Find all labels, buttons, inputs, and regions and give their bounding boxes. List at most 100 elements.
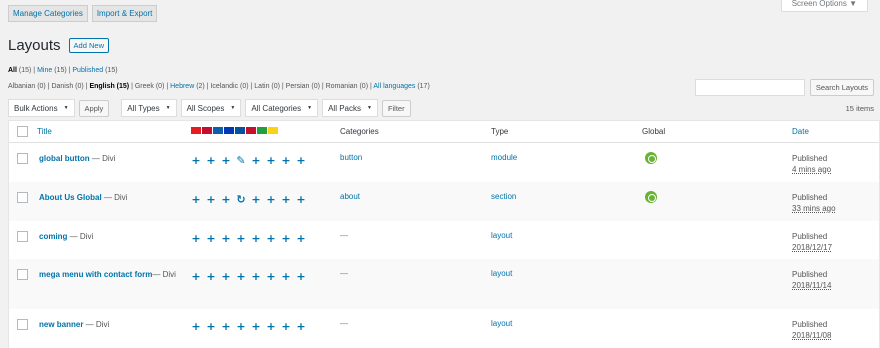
row-title: global button — Divi <box>39 153 179 164</box>
search-layouts-button[interactable]: Search Layouts <box>809 79 874 96</box>
row-date: Published 2018/12/17 <box>792 231 832 253</box>
table-row: coming — Divi + + + + + + + + — layout Publishe… <box>9 221 879 259</box>
add-translation-icon[interactable]: + <box>251 154 261 167</box>
types-select[interactable]: All Types ▼ <box>121 99 177 117</box>
add-translation-icon[interactable]: + <box>281 270 291 283</box>
translation-actions: + + + + + + + + <box>191 320 306 333</box>
filter-mine-link[interactable]: Mine <box>37 67 52 74</box>
add-translation-icon[interactable]: + <box>236 320 246 333</box>
filter-all-link[interactable]: All <box>8 67 17 74</box>
select-all-checkbox[interactable] <box>17 126 28 137</box>
add-translation-icon[interactable]: + <box>236 270 246 283</box>
add-translation-icon[interactable]: + <box>191 232 201 245</box>
tab-import-export[interactable]: Import & Export <box>91 5 158 22</box>
scopes-label: All Scopes <box>186 103 225 113</box>
filter-all-count: (15) <box>18 67 32 74</box>
add-translation-icon[interactable]: + <box>206 320 216 333</box>
add-translation-icon[interactable]: + <box>191 270 201 283</box>
row-checkbox[interactable] <box>17 231 28 242</box>
add-translation-icon[interactable]: + <box>236 232 246 245</box>
packs-select[interactable]: All Packs ▼ <box>322 99 378 117</box>
screen-options-button[interactable]: Screen Options ▼ <box>780 0 868 12</box>
add-translation-icon[interactable]: + <box>266 193 276 206</box>
add-translation-icon[interactable]: + <box>281 320 291 333</box>
add-translation-icon[interactable]: + <box>251 232 261 245</box>
add-translation-icon[interactable]: + <box>266 154 276 167</box>
add-translation-icon[interactable]: + <box>191 154 201 167</box>
row-title-link[interactable]: About Us Global <box>39 193 102 202</box>
table-body: global button — Divi + + + ✎ + + + + button mod… <box>9 143 879 348</box>
add-translation-icon[interactable]: + <box>191 320 201 333</box>
row-type[interactable]: layout <box>491 319 512 328</box>
row-type[interactable]: module <box>491 153 517 162</box>
row-status: Published <box>792 154 828 163</box>
add-translation-icon[interactable]: + <box>206 193 216 206</box>
filter-published-link[interactable]: Published <box>72 67 103 74</box>
filter-button[interactable]: Filter <box>381 99 411 117</box>
add-translation-icon[interactable]: + <box>221 320 231 333</box>
apply-button[interactable]: Apply <box>78 99 110 117</box>
row-type[interactable]: section <box>491 192 516 201</box>
add-translation-icon[interactable]: + <box>206 232 216 245</box>
add-translation-icon[interactable]: + <box>281 232 291 245</box>
row-checkbox[interactable] <box>17 319 28 330</box>
row-title-link[interactable]: mega menu with contact form <box>39 270 152 279</box>
row-category[interactable]: button <box>340 153 362 162</box>
row-title-link[interactable]: coming <box>39 232 67 241</box>
packs-label: All Packs <box>328 103 361 113</box>
add-translation-icon[interactable]: + <box>206 154 216 167</box>
row-checkbox[interactable] <box>17 153 28 164</box>
table-header: Title Categories Type Global Date <box>9 121 879 143</box>
add-translation-icon[interactable]: + <box>296 320 306 333</box>
row-checkbox[interactable] <box>17 269 28 280</box>
add-translation-icon[interactable]: ✎ <box>236 154 246 167</box>
add-translation-icon[interactable]: + <box>251 193 261 206</box>
add-translation-icon[interactable]: + <box>251 320 261 333</box>
add-translation-icon[interactable]: + <box>296 154 306 167</box>
add-translation-icon[interactable]: + <box>266 270 276 283</box>
add-new-button[interactable]: Add New <box>68 38 109 53</box>
row-category[interactable]: about <box>340 192 360 201</box>
page-heading: Layouts Add New <box>8 37 109 54</box>
column-type-header: Type <box>491 127 509 136</box>
flag-icon <box>246 127 256 134</box>
table-row: new banner — Divi + + + + + + + + — layout Publ… <box>9 309 879 348</box>
row-title-link[interactable]: global button <box>39 154 90 163</box>
add-translation-icon[interactable]: + <box>296 193 306 206</box>
table-nav: Bulk Actions ▼ Apply All Types ▼ All Scope… <box>8 99 411 117</box>
column-date-header[interactable]: Date <box>792 127 809 136</box>
row-type[interactable]: layout <box>491 269 512 278</box>
globe-icon <box>645 152 657 164</box>
language-hebrew-link[interactable]: Hebrew <box>170 83 194 90</box>
types-label: All Types <box>127 103 160 113</box>
search-input[interactable] <box>694 79 805 96</box>
add-translation-icon[interactable]: + <box>221 193 231 206</box>
row-title-suffix: — Divi <box>101 193 128 202</box>
add-translation-icon[interactable]: + <box>266 320 276 333</box>
add-translation-icon[interactable]: + <box>221 270 231 283</box>
translation-actions: + + + ↻ + + + + <box>191 193 306 206</box>
row-title-link[interactable]: new banner <box>39 320 83 329</box>
add-translation-icon[interactable]: + <box>221 232 231 245</box>
tab-manage-categories[interactable]: Manage Categories <box>8 5 88 22</box>
globe-icon <box>645 191 657 203</box>
add-translation-icon[interactable]: + <box>266 232 276 245</box>
scopes-select[interactable]: All Scopes ▼ <box>180 99 242 117</box>
add-translation-icon[interactable]: + <box>251 270 261 283</box>
add-translation-icon[interactable]: ↻ <box>236 193 246 206</box>
add-translation-icon[interactable]: + <box>296 270 306 283</box>
column-global-header: Global <box>642 127 666 136</box>
add-translation-icon[interactable]: + <box>191 193 201 206</box>
column-title-header[interactable]: Title <box>37 127 52 136</box>
add-translation-icon[interactable]: + <box>221 154 231 167</box>
language-list: Albanian (0) | Danish (0) | <box>8 83 90 90</box>
categories-select[interactable]: All Categories ▼ <box>245 99 319 117</box>
add-translation-icon[interactable]: + <box>296 232 306 245</box>
bulk-actions-select[interactable]: Bulk Actions ▼ <box>8 99 75 117</box>
add-translation-icon[interactable]: + <box>206 270 216 283</box>
add-translation-icon[interactable]: + <box>281 154 291 167</box>
row-checkbox[interactable] <box>17 192 28 203</box>
add-translation-icon[interactable]: + <box>281 193 291 206</box>
all-languages-link[interactable]: All languages <box>373 83 415 90</box>
row-type[interactable]: layout <box>491 231 512 240</box>
